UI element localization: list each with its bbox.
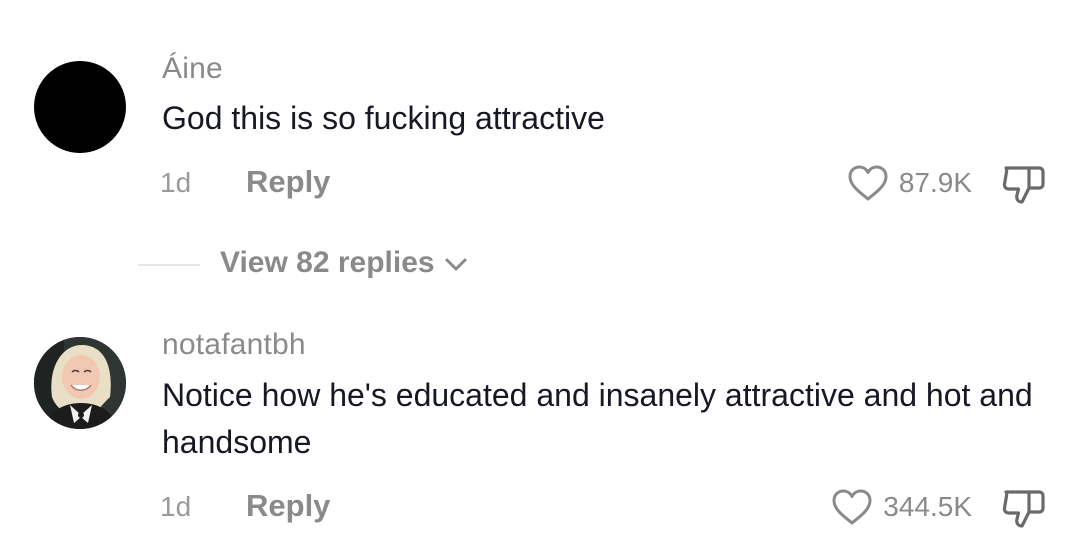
comment-timestamp: 1d — [160, 167, 192, 198]
reply-button[interactable]: Reply — [246, 166, 330, 197]
comment-timestamp: 1d — [160, 491, 192, 522]
comments-panel: Áine God this is so fucking attractive 1… — [0, 0, 1080, 557]
chevron-down-icon — [445, 258, 467, 271]
comment-text: God this is so fucking attractive — [162, 100, 605, 136]
heart-icon — [832, 489, 872, 525]
like-button[interactable]: 344.5K — [831, 488, 972, 526]
thumbs-down-icon[interactable] — [1001, 488, 1047, 530]
comment-text: Notice how he's educated and insanely at… — [162, 377, 1033, 460]
user-avatar-notafantbh[interactable] — [34, 337, 126, 429]
view-replies-button[interactable]: View 82 replies — [220, 248, 469, 278]
like-count: 344.5K — [883, 491, 972, 522]
replies-divider — [138, 264, 200, 266]
like-button[interactable]: 87.9K — [847, 164, 972, 202]
view-replies-label: View 82 replies — [220, 246, 435, 279]
user-avatar-aine[interactable] — [34, 61, 126, 153]
thumbs-down-icon[interactable] — [1001, 164, 1047, 206]
avatar-photo — [34, 337, 126, 429]
heart-icon — [848, 165, 888, 201]
comment-username[interactable]: notafantbh — [162, 330, 306, 360]
comment-username[interactable]: Áine — [162, 54, 223, 84]
like-count: 87.9K — [898, 167, 972, 198]
reply-button[interactable]: Reply — [246, 490, 330, 521]
